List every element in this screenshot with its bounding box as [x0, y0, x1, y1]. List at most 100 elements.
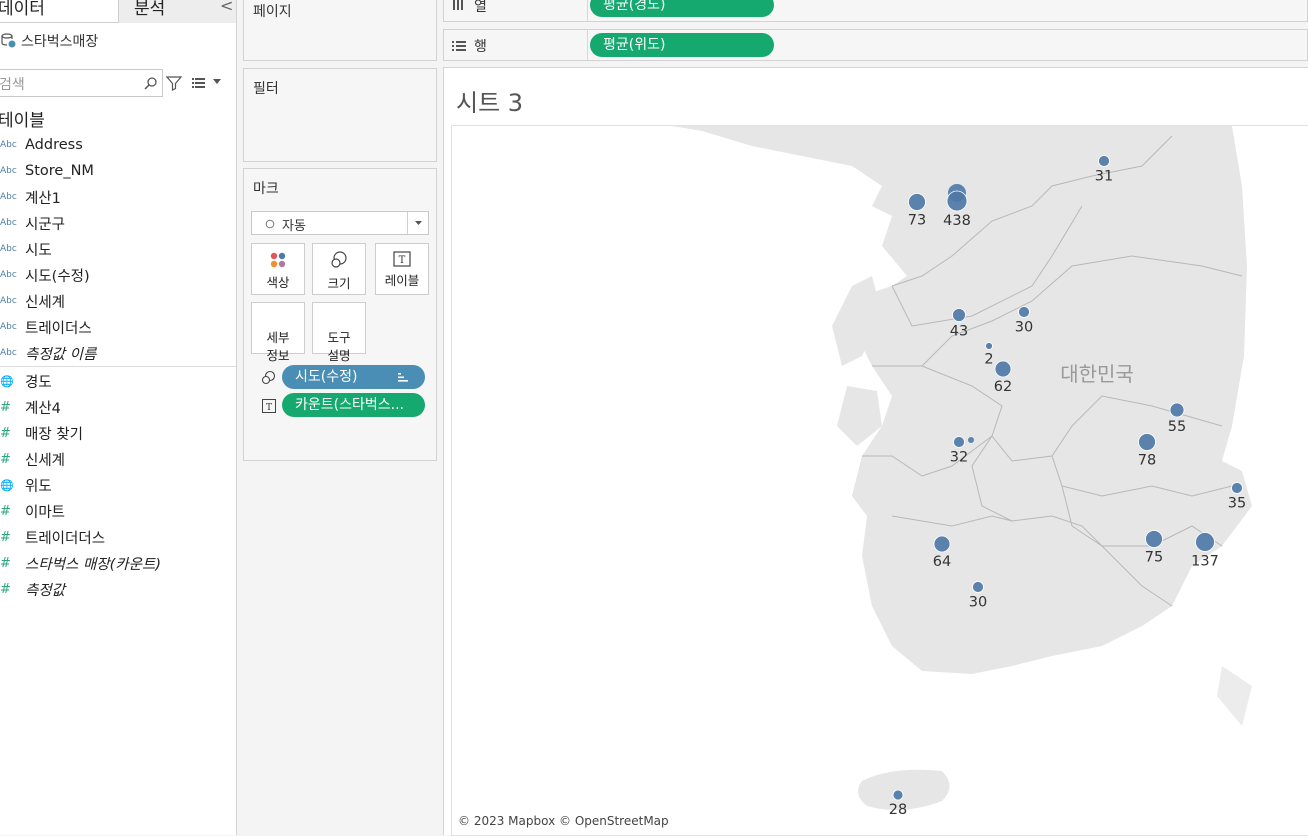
map-marker[interactable] [994, 360, 1012, 378]
mark-type-value: 자동 [282, 219, 306, 234]
map-marker[interactable] [972, 581, 984, 593]
pages-shelf[interactable]: 페이지 [243, 0, 437, 61]
map-marker[interactable] [1138, 433, 1156, 451]
svg-text:T: T [399, 255, 406, 266]
map-marker[interactable] [1018, 306, 1030, 318]
tables-header: 테이블 [0, 111, 45, 131]
filters-shelf[interactable]: 필터 [243, 68, 437, 162]
collapse-pane-icon[interactable]: < [220, 0, 233, 15]
rows-icon [452, 41, 466, 51]
pane-tabs: 데이터 분석 < [0, 0, 236, 23]
map-canvas[interactable]: 대한민국 73 438 31 43 30 262 55 32 78 35 64 75 137 30 28 ©… [452, 126, 1308, 836]
map-marker[interactable] [1169, 402, 1185, 418]
columns-shelf[interactable]: 열 평균(경도) [443, 0, 1308, 22]
mark-type-dropdown[interactable]: 자동 [251, 211, 429, 235]
field-name: 위도 [25, 478, 52, 495]
field-name: 시군구 [25, 216, 66, 233]
search-input[interactable]: 검색 [0, 69, 163, 97]
marks-card: 마크 자동 색상 크기 T 레이블 세부 정보 도구 설명 시도(수정) T 카… [243, 168, 437, 461]
filter-icon[interactable] [166, 75, 182, 91]
field-name: 경도 [25, 374, 52, 391]
label-encoding-icon: T [262, 399, 276, 413]
field-name: 이마트 [25, 504, 66, 521]
marker-label: 75 [1145, 550, 1163, 566]
field-name: 신세계 [25, 294, 66, 311]
field-item[interactable]: # 스타벅스 매장(카운트) [0, 550, 236, 576]
map-marker[interactable] [908, 193, 926, 211]
detail-encoding-icon [261, 370, 276, 385]
map-marker[interactable] [952, 308, 966, 322]
map-attribution[interactable]: © 2023 Mapbox © OpenStreetMap [458, 814, 669, 828]
map-marker[interactable] [985, 342, 993, 350]
map-marker[interactable] [892, 789, 904, 801]
dimension-measure-divider [0, 366, 236, 367]
field-item[interactable]: Abc Address [0, 132, 236, 158]
land-east-edge [1217, 666, 1252, 726]
field-item[interactable]: Abc Store_NM [0, 158, 236, 184]
tooltip-button[interactable]: 도구 설명 [312, 302, 366, 363]
field-item[interactable]: Abc 측정값 이름 [0, 340, 236, 366]
field-item[interactable]: Abc 시군구 [0, 210, 236, 236]
filters-shelf-title: 필터 [253, 81, 279, 97]
mark-pill-sido[interactable]: 시도(수정) [282, 365, 425, 389]
field-item[interactable]: Abc 시도(수정) [0, 262, 236, 288]
tab-data[interactable]: 데이터 [0, 0, 45, 19]
color-button[interactable]: 색상 [251, 243, 305, 295]
detail-button-label: 세부 정보 [266, 330, 290, 363]
datasource-item[interactable]: 스타벅스매장 [0, 30, 236, 52]
label-button-label: 레이블 [384, 273, 420, 288]
string-type-icon: Abc [0, 192, 17, 202]
field-name: 측정값 [25, 582, 66, 599]
field-name: 시도(수정) [25, 268, 90, 285]
rows-pill[interactable]: 평균(위도) [590, 33, 774, 57]
label-button[interactable]: T 레이블 [375, 243, 429, 295]
field-name: 신세계 [25, 452, 66, 469]
field-item[interactable]: 🌐 경도 [0, 368, 236, 394]
map-marker[interactable] [968, 437, 974, 443]
marker-label: 73 [908, 213, 926, 229]
field-item[interactable]: Abc 계산1 [0, 184, 236, 210]
field-name: Store_NM [25, 163, 94, 179]
marker-label: 55 [1168, 419, 1186, 435]
map-pane[interactable]: 대한민국 73 438 31 43 30 2 62 55 32 78 35 64 75 137 30 28 ©… [451, 125, 1308, 836]
map-marker[interactable] [946, 190, 968, 212]
field-item[interactable]: Abc 트레이더스 [0, 314, 236, 340]
mark-pill-sido-label: 시도(수정) [295, 369, 358, 385]
map-marker[interactable] [1231, 482, 1243, 494]
view-list-icon[interactable] [192, 77, 206, 89]
map-marker[interactable] [953, 436, 965, 448]
field-item[interactable]: # 측정값 [0, 576, 236, 602]
globe-icon: 🌐 [0, 478, 14, 492]
map-marker[interactable] [1195, 532, 1215, 552]
worksheet-view: 시트 3 대한민국 73 438 31 43 30 2 62 55 32 78 35 64 75 137 3… [443, 67, 1308, 836]
tab-analysis[interactable]: 분석 [134, 0, 165, 19]
field-name: 계산1 [25, 190, 61, 207]
field-name: Address [25, 137, 83, 153]
map-marker[interactable] [933, 535, 951, 553]
svg-text:T: T [266, 403, 272, 413]
number-type-icon: # [0, 555, 11, 571]
marker-label: 35 [1228, 496, 1246, 512]
field-item[interactable]: # 신세계 [0, 446, 236, 472]
field-item[interactable]: # 트레이더더스 [0, 524, 236, 550]
map-marker[interactable] [1098, 155, 1110, 167]
columns-pill[interactable]: 평균(경도) [590, 0, 774, 17]
field-item[interactable]: # 매장 찾기 [0, 420, 236, 446]
rows-shelf[interactable]: 행 평균(위도) [443, 29, 1308, 61]
field-item[interactable]: 🌐 위도 [0, 472, 236, 498]
number-type-icon: # [0, 581, 11, 597]
chevron-down-icon[interactable] [213, 79, 221, 85]
tooltip-button-label: 도구 설명 [327, 330, 351, 363]
field-item[interactable]: # 이마트 [0, 498, 236, 524]
size-button[interactable]: 크기 [312, 243, 366, 295]
search-icon [144, 77, 157, 90]
field-item[interactable]: # 계산4 [0, 394, 236, 420]
field-item[interactable]: Abc 시도 [0, 236, 236, 262]
string-type-icon: Abc [0, 244, 17, 254]
map-marker[interactable] [1145, 530, 1163, 548]
field-name: 트레이더더스 [25, 530, 106, 547]
marker-label: 62 [994, 379, 1012, 395]
detail-button[interactable]: 세부 정보 [251, 302, 305, 363]
field-item[interactable]: Abc 신세계 [0, 288, 236, 314]
mark-pill-count[interactable]: 카운트(스타벅스... [282, 393, 425, 417]
